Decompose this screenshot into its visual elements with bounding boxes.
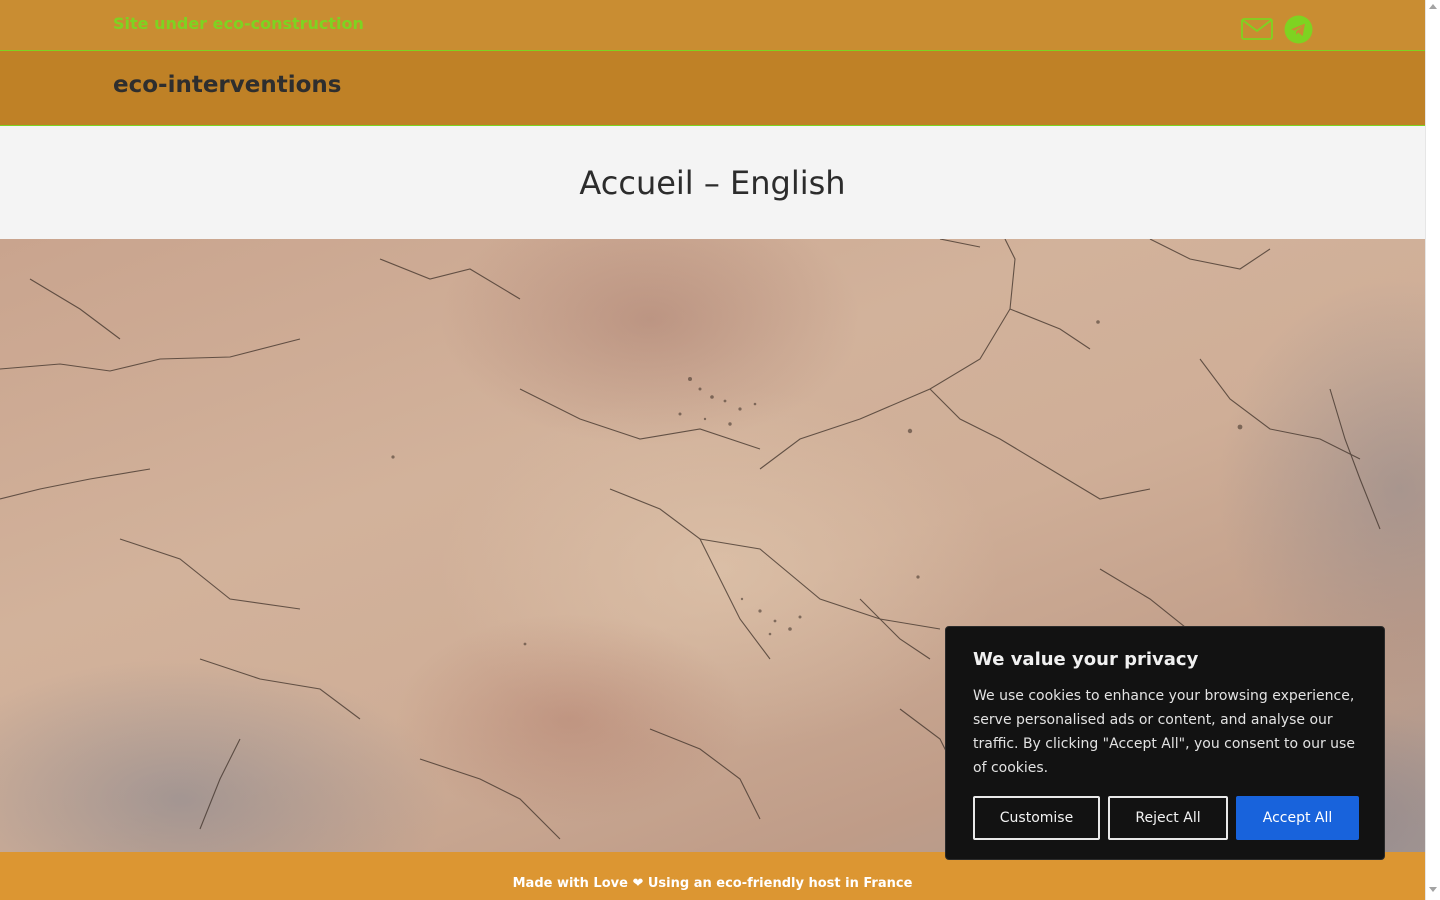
cookie-consent-banner: We value your privacy We use cookies to … [945, 626, 1385, 860]
mail-icon[interactable] [1241, 17, 1273, 41]
customise-button[interactable]: Customise [973, 796, 1100, 840]
accept-all-button[interactable]: Accept All [1236, 796, 1359, 840]
vertical-scrollbar[interactable] [1425, 0, 1440, 900]
site-header: eco-interventions [0, 51, 1425, 126]
site-title-link[interactable]: eco-interventions [113, 72, 341, 98]
scroll-down-arrow-icon[interactable] [1429, 887, 1437, 892]
scroll-up-arrow-icon[interactable] [1429, 4, 1437, 9]
page: Site under eco-construction eco-interven… [0, 0, 1425, 900]
cookie-banner-title: We value your privacy [973, 649, 1199, 670]
cookie-banner-text: We use cookies to enhance your browsing … [973, 688, 1355, 776]
page-title: Accueil – English [579, 164, 846, 202]
top-bar: Site under eco-construction [0, 0, 1425, 51]
telegram-icon[interactable] [1284, 15, 1313, 44]
page-title-band: Accueil – English [0, 126, 1425, 239]
footer-credit: Made with Love ❤ Using an eco-friendly h… [512, 876, 913, 891]
reject-all-button[interactable]: Reject All [1108, 796, 1228, 840]
site-tagline: Site under eco-construction [113, 14, 364, 33]
